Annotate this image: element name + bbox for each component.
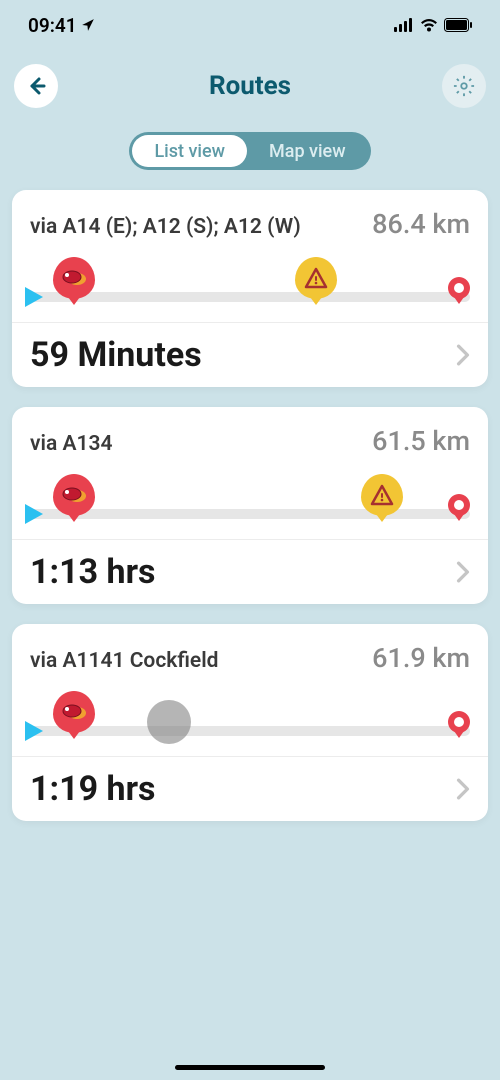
chevron-right-icon: [456, 778, 470, 800]
divider: [12, 322, 488, 323]
divider: [12, 756, 488, 757]
route-distance: 86.4 km: [372, 208, 470, 240]
route-card[interactable]: via A1141 Cockfield 61.9 km 1:19: [12, 624, 488, 821]
traffic-pin-icon: [53, 691, 95, 739]
route-header: via A134 61.5 km: [30, 425, 470, 457]
route-line: [30, 292, 470, 302]
route-card[interactable]: via A14 (E); A12 (S); A12 (W) 86.4 km: [12, 190, 488, 387]
traffic-pin-icon: [53, 474, 95, 522]
route-progress: [30, 472, 470, 527]
route-duration: 1:19 hrs: [30, 769, 156, 809]
start-marker-icon: [25, 504, 43, 524]
map-view-tab[interactable]: Map view: [247, 135, 368, 167]
battery-icon: [444, 18, 472, 32]
settings-button[interactable]: [442, 64, 486, 108]
cellular-icon: [394, 18, 414, 32]
home-indicator[interactable]: [175, 1065, 325, 1070]
route-header: via A1141 Cockfield 61.9 km: [30, 642, 470, 674]
route-footer: 59 Minutes: [30, 335, 470, 375]
route-footer: 1:19 hrs: [30, 769, 470, 809]
location-arrow-icon: [81, 18, 95, 32]
gear-icon: [453, 75, 475, 97]
route-via: via A134: [30, 432, 112, 456]
route-progress: [30, 689, 470, 744]
destination-pin-icon: [448, 494, 470, 522]
route-header: via A14 (E); A12 (S); A12 (W) 86.4 km: [30, 208, 470, 240]
route-line: [30, 726, 470, 736]
destination-pin-icon: [448, 277, 470, 305]
back-button[interactable]: [14, 64, 58, 108]
route-progress: [30, 255, 470, 310]
chevron-right-icon: [456, 561, 470, 583]
route-duration: 1:13 hrs: [30, 552, 156, 592]
list-view-tab[interactable]: List view: [132, 135, 247, 167]
traffic-pin-icon: [53, 257, 95, 305]
warning-pin-icon: [295, 257, 337, 305]
routes-list: via A14 (E); A12 (S); A12 (W) 86.4 km: [0, 190, 500, 821]
status-bar: 09:41: [0, 0, 500, 50]
route-distance: 61.5 km: [372, 425, 470, 457]
back-arrow-icon: [24, 74, 48, 98]
start-marker-icon: [25, 721, 43, 741]
route-card[interactable]: via A134 61.5 km: [12, 407, 488, 604]
header: Routes: [0, 50, 500, 122]
destination-pin-icon: [448, 711, 470, 739]
view-toggle-container: List view Map view: [0, 122, 500, 190]
divider: [12, 539, 488, 540]
route-via: via A14 (E); A12 (S); A12 (W): [30, 215, 301, 239]
chevron-right-icon: [456, 344, 470, 366]
status-icons: [394, 18, 472, 32]
route-line: [30, 509, 470, 519]
status-time: 09:41: [28, 14, 77, 37]
status-time-area: 09:41: [28, 14, 95, 37]
wifi-icon: [420, 18, 438, 32]
route-via: via A1141 Cockfield: [30, 649, 218, 673]
view-toggle: List view Map view: [129, 132, 370, 170]
route-footer: 1:13 hrs: [30, 552, 470, 592]
route-distance: 61.9 km: [372, 642, 470, 674]
start-marker-icon: [25, 287, 43, 307]
route-duration: 59 Minutes: [30, 335, 202, 375]
page-title: Routes: [209, 71, 291, 101]
warning-pin-icon: [361, 474, 403, 522]
